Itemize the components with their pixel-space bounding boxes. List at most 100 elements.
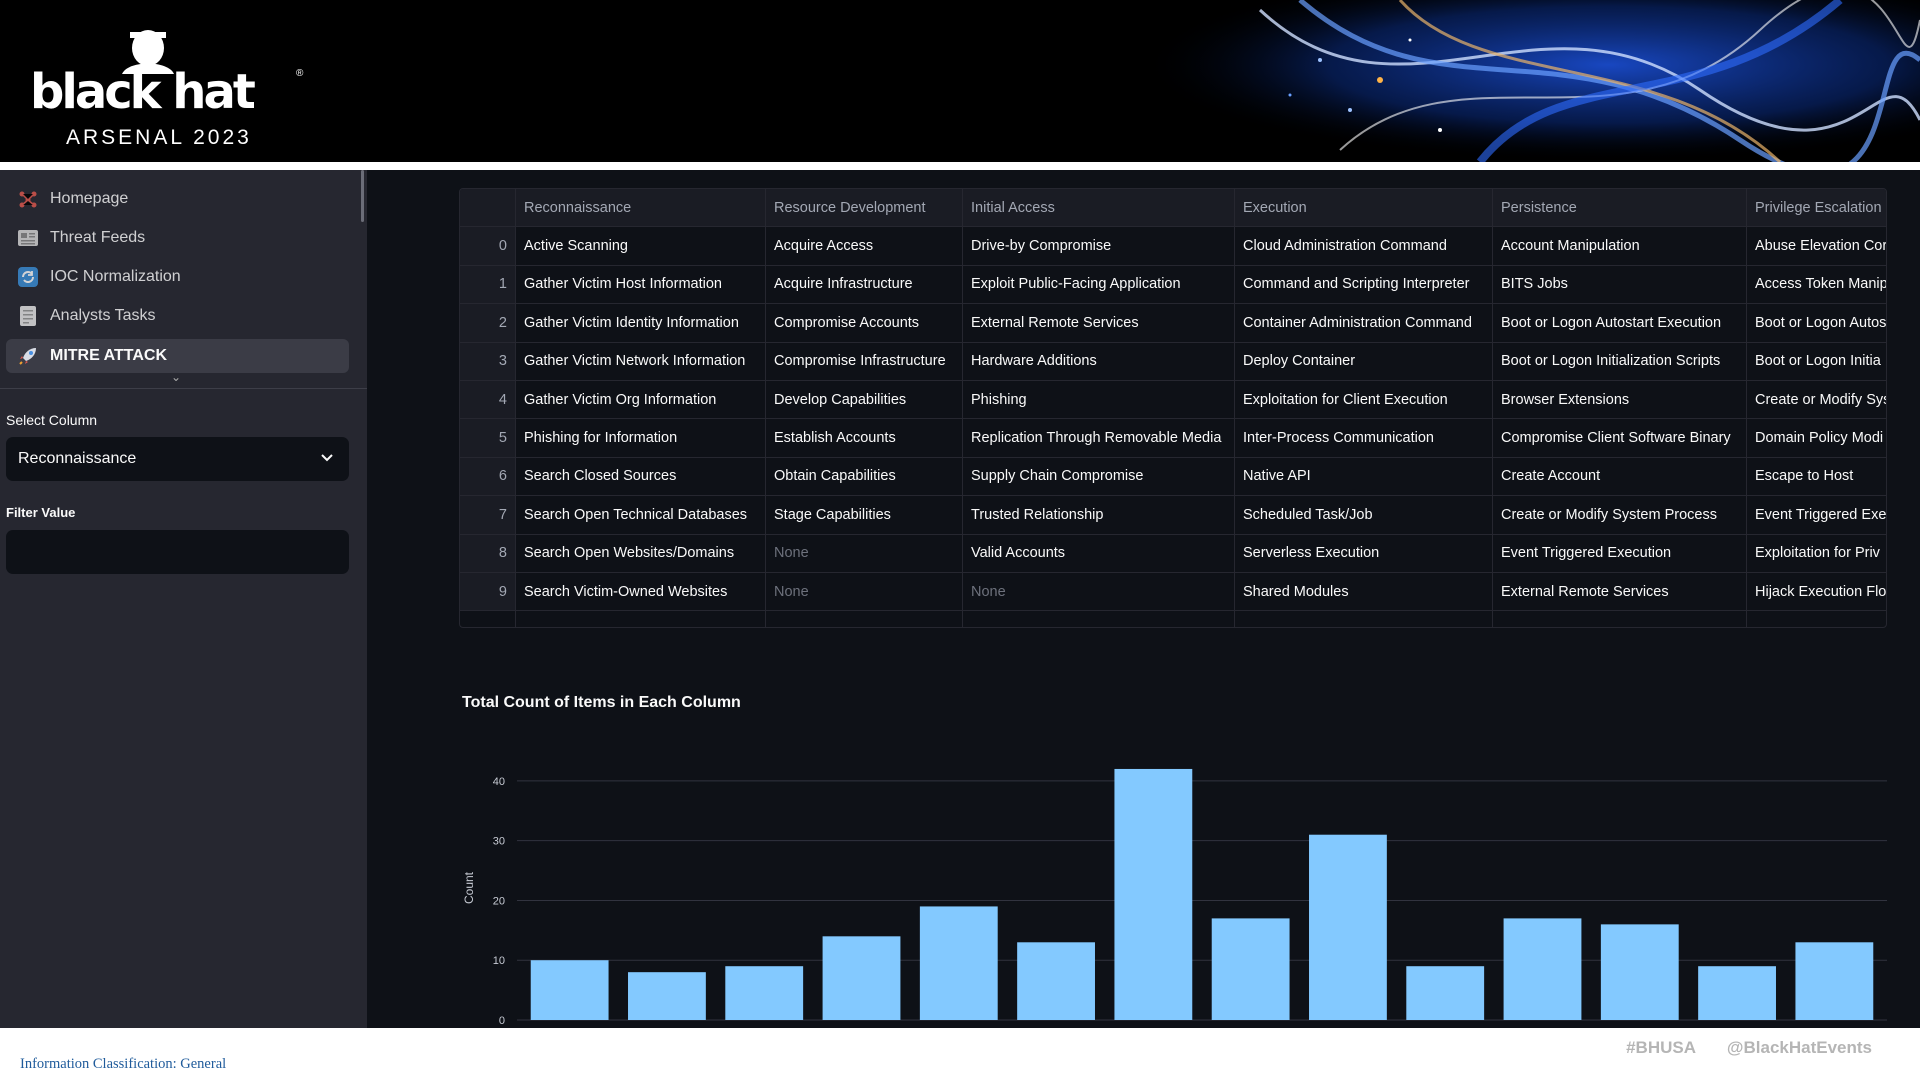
table-cell[interactable]: Abuse Elevation Cor [1747, 227, 1886, 266]
column-header[interactable]: Persistence [1493, 189, 1747, 228]
table-cell[interactable]: Gather Victim Host Information [516, 265, 766, 305]
column-header[interactable] [460, 189, 516, 228]
bar[interactable] [1211, 918, 1290, 1020]
table-cell[interactable]: Gather Victim Identity Information [516, 304, 766, 343]
table-cell[interactable]: Exploitation for Priv [1747, 535, 1886, 573]
row-index-cell[interactable]: 8 [460, 534, 516, 573]
table-cell[interactable]: Boot or Logon Initialization Scripts [1493, 342, 1747, 381]
table-cell[interactable]: Drive-by Compromise [963, 227, 1235, 266]
row-index-cell[interactable]: 9 [460, 573, 516, 612]
bar[interactable] [530, 960, 609, 1020]
table-cell[interactable]: Search Closed Sources [516, 457, 766, 497]
row-index-cell[interactable]: 4 [460, 381, 516, 420]
table-cell[interactable]: Hardware Additions [963, 342, 1235, 381]
table-cell[interactable]: Event Triggered Execution [1493, 534, 1747, 573]
row-index-cell[interactable]: 3 [460, 342, 516, 381]
table-cell[interactable]: Hijack Execution Flo [1747, 573, 1886, 612]
table-cell[interactable]: Phishing for Information [516, 419, 766, 458]
table-cell[interactable]: Escape to Host [1747, 458, 1886, 497]
table-cell[interactable]: Event Triggered Exe [1747, 496, 1886, 535]
bar[interactable] [1406, 966, 1485, 1020]
bar[interactable] [1795, 942, 1874, 1020]
table-cell[interactable]: Compromise Infrastructure [766, 342, 963, 381]
table-cell[interactable]: External Remote Services [1493, 573, 1747, 612]
bar[interactable] [725, 966, 804, 1020]
table-cell[interactable]: Acquire Access [766, 227, 963, 266]
table-cell[interactable]: Exploit Public-Facing Application [963, 265, 1235, 305]
table-cell[interactable]: Serverless Execution [1235, 534, 1493, 573]
column-header[interactable]: Execution [1235, 189, 1493, 228]
table-cell[interactable]: BITS Jobs [1493, 265, 1747, 305]
sidebar-item-ioc-normalization[interactable]: IOC Normalization [6, 260, 349, 294]
table-cell[interactable]: Boot or Logon Autos [1747, 304, 1886, 343]
sidebar-scrollbar[interactable] [361, 170, 364, 222]
row-index-cell[interactable]: 0 [460, 227, 516, 266]
column-header[interactable]: Resource Development [766, 189, 963, 228]
bar[interactable] [1017, 942, 1095, 1020]
table-cell[interactable]: None [963, 573, 1235, 612]
table-cell[interactable]: External Remote Services [963, 304, 1235, 343]
table-cell[interactable]: Obtain Capabilities [766, 457, 963, 497]
table-cell[interactable]: Browser Extensions [1493, 381, 1747, 420]
table-cell[interactable]: Valid Accounts [963, 534, 1235, 573]
table-cell[interactable]: Exploitation for Client Execution [1235, 381, 1493, 420]
column-header[interactable]: Privilege Escalation [1747, 189, 1886, 228]
table-cell[interactable]: Search Open Websites/Domains [516, 534, 766, 573]
table-cell[interactable]: Gather Victim Network Information [516, 342, 766, 381]
table-cell[interactable]: Boot or Logon Initia [1747, 343, 1886, 381]
row-index-cell[interactable]: 5 [460, 419, 516, 458]
table-cell[interactable]: Establish Accounts [766, 419, 963, 458]
table-cell[interactable]: Create or Modify System Process [1493, 496, 1747, 535]
column-header[interactable]: Initial Access [963, 189, 1235, 228]
table-cell[interactable]: Shared Modules [1235, 573, 1493, 612]
table-cell[interactable]: Replication Through Removable Media [963, 419, 1235, 458]
table-cell[interactable]: Scheduled Task/Job [1235, 496, 1493, 535]
bar[interactable] [1309, 834, 1387, 1020]
column-header[interactable]: Reconnaissance [516, 189, 766, 228]
sidebar-item-threat-feeds[interactable]: Threat Feeds [6, 221, 349, 255]
table-cell[interactable]: Trusted Relationship [963, 496, 1235, 535]
table-cell[interactable]: Container Administration Command [1235, 304, 1493, 343]
chevron-down-icon[interactable]: ⌄ [171, 370, 181, 384]
table-cell[interactable]: Domain Policy Modi [1747, 419, 1886, 458]
table-cell[interactable]: Phishing [963, 381, 1235, 420]
table-cell[interactable]: Develop Capabilities [766, 381, 963, 420]
table-cell[interactable]: Compromise Accounts [766, 304, 963, 343]
table-cell[interactable]: Account Manipulation [1493, 227, 1747, 266]
row-index-cell[interactable]: 2 [460, 304, 516, 343]
filter-value-input[interactable] [6, 530, 349, 574]
table-cell[interactable]: Boot or Logon Autostart Execution [1493, 304, 1747, 343]
bar[interactable] [1600, 924, 1679, 1020]
select-column-dropdown[interactable]: Reconnaissance [6, 437, 349, 481]
table-cell[interactable]: Native API [1235, 457, 1493, 497]
bar[interactable] [919, 906, 998, 1020]
row-index-cell[interactable]: 6 [460, 457, 516, 497]
table-cell[interactable]: Create or Modify Sys [1747, 381, 1886, 420]
bar[interactable] [1698, 966, 1776, 1020]
sidebar-item-analysts-tasks[interactable]: Analysts Tasks [6, 299, 349, 333]
bar[interactable] [628, 972, 706, 1020]
sidebar-item-homepage[interactable]: Homepage [6, 182, 349, 216]
bar[interactable] [1503, 918, 1582, 1020]
table-cell[interactable]: Access Token Manip [1747, 266, 1886, 305]
bar[interactable] [1114, 768, 1193, 1020]
table-cell[interactable]: None [766, 534, 963, 573]
table-cell[interactable]: Cloud Administration Command [1235, 227, 1493, 266]
table-cell[interactable]: Gather Victim Org Information [516, 381, 766, 420]
row-index-cell[interactable]: 1 [460, 265, 516, 305]
table-cell[interactable]: Stage Capabilities [766, 496, 963, 535]
table-cell[interactable]: Create Account [1493, 457, 1747, 497]
table-cell[interactable]: Acquire Infrastructure [766, 265, 963, 305]
row-index-cell[interactable]: 7 [460, 496, 516, 535]
mitre-table[interactable]: Reconnaissance Resource Development Initia… [459, 188, 1887, 628]
bar[interactable] [822, 936, 901, 1020]
table-cell[interactable]: Search Victim-Owned Websites [516, 573, 766, 612]
table-cell[interactable]: Command and Scripting Interpreter [1235, 265, 1493, 305]
table-cell[interactable]: Compromise Client Software Binary [1493, 419, 1747, 458]
table-cell[interactable]: None [766, 573, 963, 612]
table-cell[interactable]: Active Scanning [516, 227, 766, 266]
table-cell[interactable]: Deploy Container [1235, 342, 1493, 381]
table-cell[interactable]: Inter-Process Communication [1235, 419, 1493, 458]
sidebar-item-mitre-attack[interactable]: MITRE ATTACK [6, 339, 349, 373]
table-cell[interactable]: Supply Chain Compromise [963, 457, 1235, 497]
